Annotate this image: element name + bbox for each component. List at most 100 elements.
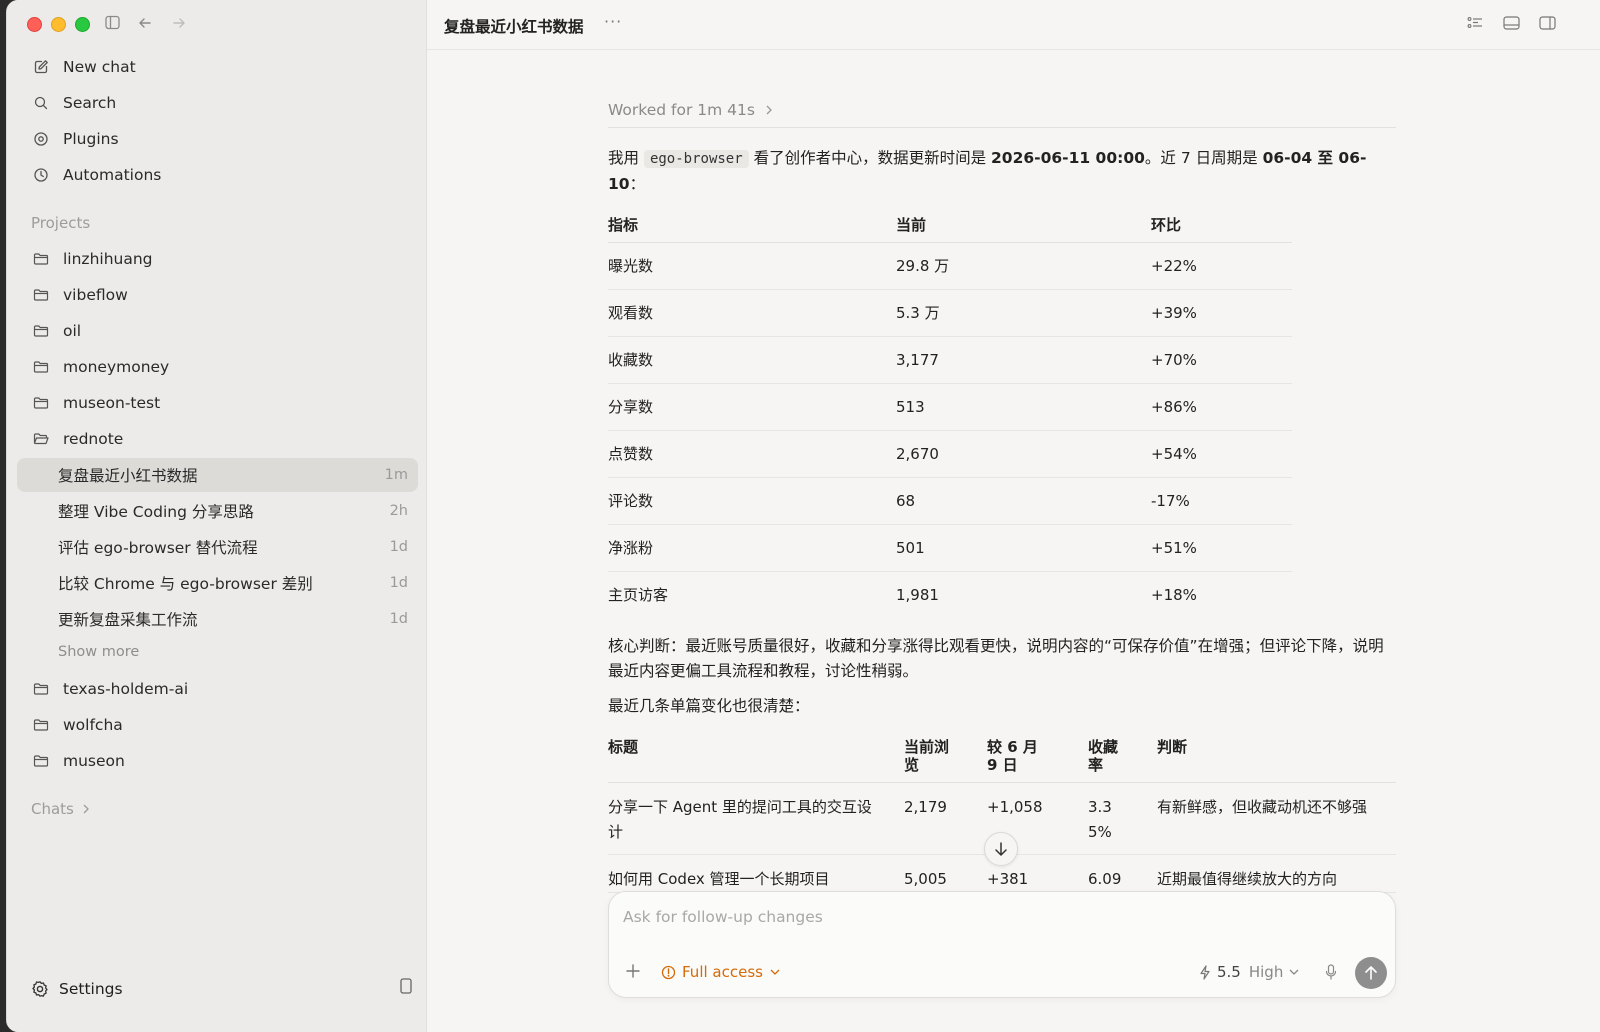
cell: +22% [1151,242,1292,290]
table-row: 主页访客 1,981 +18% [608,571,1292,618]
cell: 曝光数 [608,242,896,290]
thread-title: 评估 ego-browser 替代流程 [58,539,258,557]
metrics-table: 指标 当前 环比 曝光数 29.8 万 +22% 观看数 5.3 万 +39% 收藏数 3… [608,208,1292,618]
cell: 点赞数 [608,430,896,478]
cell: 观看数 [608,289,896,337]
search-icon [31,93,51,113]
forward-arrow-icon[interactable] [171,15,187,35]
close-window-button[interactable] [27,17,42,32]
table-row: 分享数 513 +86% [608,383,1292,431]
thread-title: 比较 Chrome 与 ego-browser 差别 [58,575,313,593]
add-attachment-button[interactable] [625,962,641,984]
access-level-dropdown[interactable]: Full access [661,963,780,981]
project-item[interactable]: texas-holdem-ai [17,672,417,706]
project-item[interactable]: oil [17,314,417,348]
project-item[interactable]: museon [17,744,417,778]
project-item[interactable]: rednote [17,422,417,456]
project-label: museon-test [63,394,161,412]
project-label: linzhihuang [63,250,153,268]
phone-icon[interactable] [400,978,412,998]
thread-item[interactable]: 比较 Chrome 与 ego-browser 差别 1d [17,566,418,600]
cell: 分享数 [608,383,896,431]
cell: -17% [1151,477,1292,525]
cell: 513 [896,383,1151,431]
cell: +39% [1151,289,1292,337]
column-header: 标题 [608,737,904,783]
zoom-window-button[interactable] [75,17,90,32]
thread-time: 2h [389,503,408,519]
table-row: 点赞数 2,670 +54% [608,430,1292,478]
worked-summary[interactable]: Worked for 1m 41s [608,101,773,119]
project-label: rednote [63,430,124,448]
show-more-link[interactable]: Show more [58,644,139,660]
project-item[interactable]: museon-test [17,386,417,420]
minimize-window-button[interactable] [51,17,66,32]
more-options-icon[interactable]: ··· [604,12,622,31]
table-header-row: 标题 当前浏览 较 6 月 9 日 收藏率 判断 [608,737,1396,783]
lightning-icon [1199,964,1211,980]
table-row: 评论数 68 -17% [608,477,1292,525]
nav-search[interactable]: Search [17,86,417,120]
settings-label: Settings [59,980,123,998]
gear-icon [31,980,49,998]
thread-item[interactable]: 复盘最近小红书数据 1m [17,458,418,492]
table-row: 净涨粉 501 +51% [608,524,1292,572]
column-header: 指标 [608,208,896,243]
thread-item[interactable]: 整理 Vibe Coding 分享思路 2h [17,494,418,528]
nav-automations[interactable]: Automations [17,158,417,192]
thread-title: 整理 Vibe Coding 分享思路 [58,503,254,521]
column-header: 当前 [896,208,1151,243]
folder-open-icon [31,429,51,449]
cell: 如何用 Codex 管理一个长期项目 [608,854,904,893]
terminal-panel-icon[interactable] [1503,16,1520,30]
nav-plugins[interactable]: Plugins [17,122,417,156]
page-title: 复盘最近小红书数据 [444,18,584,36]
cell: 主页访客 [608,586,669,605]
thread-title: 更新复盘采集工作流 [58,611,198,629]
chevron-right-icon [765,105,773,115]
sidebar-toggle-icon[interactable] [105,15,120,34]
thread-item[interactable]: 评估 ego-browser 替代流程 1d [17,530,418,564]
cell: 净涨粉 [608,524,896,572]
thread-item[interactable]: 更新复盘采集工作流 1d [17,602,418,636]
cell: 2,670 [896,430,1151,478]
scroll-to-bottom-button[interactable] [984,832,1018,866]
settings-button[interactable]: Settings [17,972,417,1006]
clock-icon [31,165,51,185]
side-panel-icon[interactable] [1539,16,1556,30]
cell: +70% [1151,336,1292,384]
posts-table: 标题 当前浏览 较 6 月 9 日 收藏率 判断 分享一下 Agent 里的提问… [608,737,1396,893]
microphone-icon[interactable] [1325,964,1337,980]
nav-new-chat[interactable]: New chat [17,50,417,84]
thread-time: 1d [389,611,408,627]
chats-section[interactable]: Chats [31,800,90,818]
plus-icon [626,964,640,978]
model-selector[interactable]: 5.5 High [1199,963,1299,981]
topbar: 复盘最近小红书数据 ··· [427,0,1600,50]
cell: 有新鲜感，但收藏动机还不够强 [1157,782,1396,855]
intro-paragraph: 我用 ego-browser 看了创作者中心，数据更新时间是 2026-06-1… [608,146,1396,197]
follow-up-input[interactable]: Ask for follow-up changes [623,908,823,926]
column-header: 环比 [1151,208,1292,243]
cell: +54% [1151,430,1292,478]
worked-label: Worked for 1m 41s [608,101,755,119]
task-list-icon[interactable] [1467,16,1483,30]
effort-level: High [1248,963,1284,981]
project-item[interactable]: linzhihuang [17,242,417,276]
column-header: 较 6 月 9 日 [987,737,1088,783]
cell: 5,005 [904,854,987,893]
nav-label: Plugins [63,130,119,148]
project-item[interactable]: wolfcha [17,708,417,742]
table-row: 观看数 5.3 万 +39% [608,289,1292,337]
intro-text: 。近 7 日周期是 [1144,149,1263,167]
back-arrow-icon[interactable] [137,15,153,35]
send-button[interactable] [1355,957,1387,989]
table-row: 曝光数 29.8 万 +22% [608,242,1292,290]
cell: 5.3 万 [896,289,1151,337]
nav-label: Search [63,94,117,112]
folder-icon [31,357,51,377]
project-item[interactable]: moneymoney [17,350,417,384]
project-item[interactable]: vibeflow [17,278,417,312]
projects-section-label: Projects [31,214,91,232]
cell: 收藏数 [608,336,896,384]
